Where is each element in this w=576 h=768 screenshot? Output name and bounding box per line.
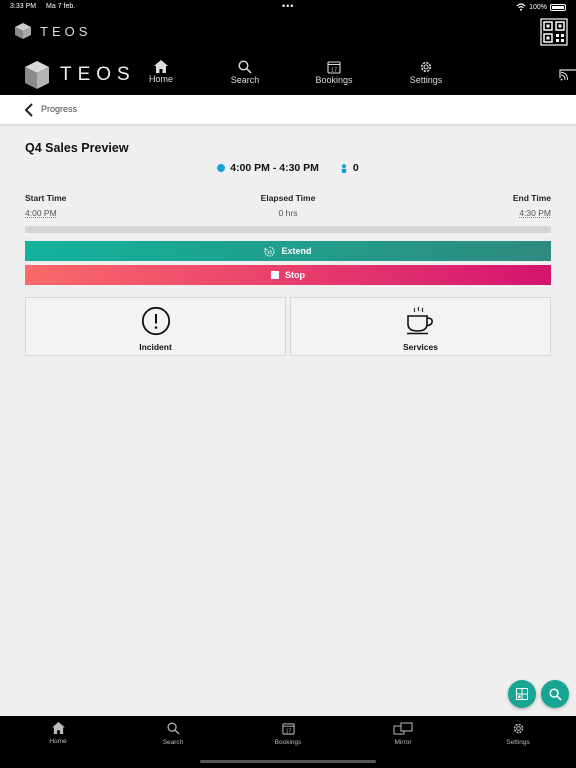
start-time-label: Start Time [25,193,67,203]
end-time-block: End Time 4:30 PM [513,193,551,218]
coffee-cup-icon [406,306,433,335]
top-navbar: TEOS Home Search 17 Bookings Settings [0,56,576,95]
elapsed-time-block: Elapsed Time 0 hrs [238,193,338,218]
extend-button-label: Extend [281,246,312,256]
cube-logo-icon [25,61,49,89]
extend-timer-icon: 15 [264,245,275,257]
nav-label-settings: Settings [409,75,443,85]
breadcrumb: Progress [0,95,576,125]
start-time-value: 4:00 PM [25,208,57,218]
nav-label-bookings: Bookings [315,75,353,85]
stop-square-icon [271,271,279,279]
tab-label-mirror: Mirror [394,739,412,746]
mirror-icon [393,722,413,735]
person-icon [341,163,347,173]
calendar-day: 17 [285,729,291,735]
cast-display-icon[interactable] [558,68,576,82]
elapsed-time-label: Elapsed Time [260,193,316,203]
incident-tile[interactable]: Incident [25,297,286,356]
svg-text:15: 15 [268,249,273,254]
home-icon [154,60,168,73]
stop-button[interactable]: Stop [25,265,551,285]
home-indicator[interactable] [200,760,376,763]
nav-item-settings[interactable]: Settings [391,60,461,85]
home-icon [51,722,65,734]
calendar-day: 17 [331,68,337,74]
gear-icon [513,723,523,734]
exclamation-circle-icon [141,306,170,336]
status-bar-left: 3:33 PM Ma 7 feb. [10,3,75,10]
tab-bookings[interactable]: 17 Bookings [253,722,323,746]
elapsed-time-value: 0 hrs [278,208,298,218]
nav-item-bookings[interactable]: 17 Bookings [299,60,369,85]
calendar-icon: 17 [281,723,295,735]
breadcrumb-label: Progress [41,104,78,114]
tab-label-home: Home [49,738,67,745]
meeting-title: Q4 Sales Preview [25,141,129,155]
nav-label-home: Home [148,74,173,84]
small-logo-text: TEOS [40,23,92,39]
attendee-count: 0 [352,162,359,174]
stop-button-label: Stop [285,270,305,280]
services-tile[interactable]: Services [290,297,551,356]
end-time-label: End Time [512,193,551,203]
end-time-value: 4:30 PM [519,208,551,218]
qr-code-icon[interactable] [540,18,568,46]
tab-settings[interactable]: Settings [483,722,553,746]
cube-logo-icon [15,23,31,39]
extend-button[interactable]: 15 Extend [25,241,551,261]
floor-plan-fab[interactable] [508,680,536,708]
services-label: Services [403,342,438,352]
calendar-icon: 17 [327,61,341,74]
chevron-left-icon[interactable] [24,103,36,117]
brand-logo-text: TEOS [60,64,136,85]
incident-label: Incident [139,342,172,352]
search-icon [238,60,252,74]
top-header: 3:33 PM Ma 7 feb. ••• 100% TEOS [0,0,576,56]
tab-home[interactable]: Home [23,722,93,745]
meeting-time-range: 4:00 PM - 4:30 PM [230,162,319,174]
tab-label-bookings: Bookings [274,739,302,746]
multitask-dots[interactable]: ••• [282,1,294,11]
clock-dot-icon [217,164,226,172]
nav-item-home[interactable]: Home [126,60,196,84]
start-time-block: Start Time 4:00 PM [25,193,66,218]
status-date: Ma 7 feb. [46,3,76,10]
gear-icon [420,61,432,73]
meeting-progress-bar [25,226,551,233]
floor-plan-icon [516,688,528,700]
tab-label-settings: Settings [506,739,530,746]
tab-search[interactable]: Search [138,722,208,746]
attendee-count-group [340,163,348,173]
meeting-time-summary: 4:00 PM - 4:30 PM 0 [0,162,576,174]
battery-icon [550,3,566,11]
search-fab[interactable] [541,680,569,708]
status-time: 3:33 PM [10,3,37,10]
search-icon [167,722,180,735]
nav-item-search[interactable]: Search [210,60,280,85]
brand-logo[interactable]: TEOS [24,60,136,90]
search-icon [548,687,562,701]
tab-mirror[interactable]: Mirror [368,722,438,746]
nav-label-search: Search [230,75,260,85]
status-bar-right: 100% [516,3,566,11]
battery-percent: 100% [529,3,547,11]
wifi-icon [516,3,526,11]
tab-label-search: Search [162,739,184,746]
small-logo: TEOS [14,22,91,40]
